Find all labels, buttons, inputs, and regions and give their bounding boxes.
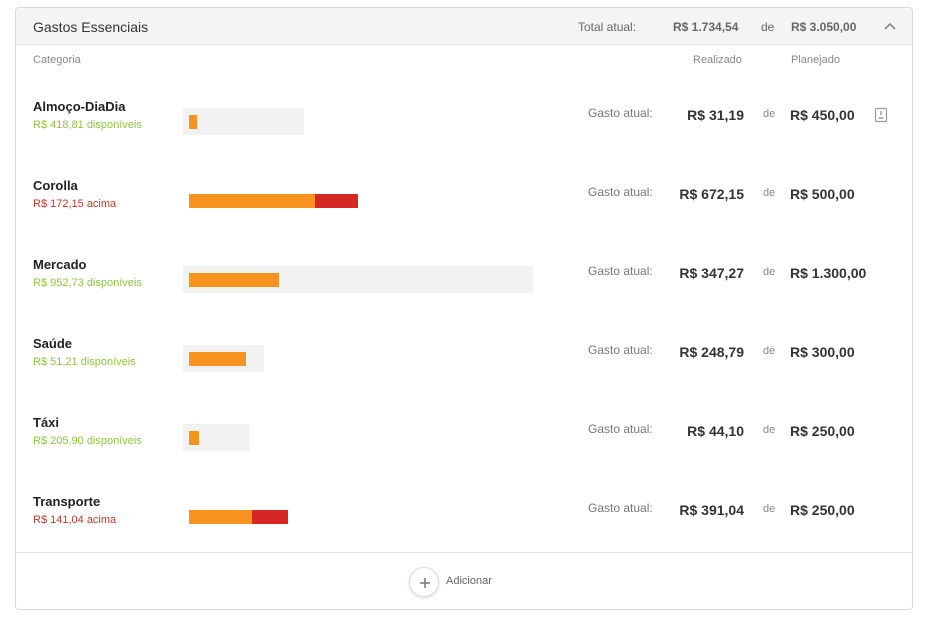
realized-value: R$ 248,79 [679,344,744,360]
progress-bar [183,424,250,451]
category-status: R$ 141,04 acima [33,514,117,526]
chevron-up-icon[interactable] [880,16,900,36]
add-label[interactable]: Adicionar [446,575,492,587]
add-button[interactable] [409,567,439,597]
budget-panel: Gastos Essenciais Total atual: R$ 1.734,… [15,7,913,610]
planned-value[interactable]: R$ 250,00 [790,502,855,518]
category-name[interactable]: Corolla [33,178,78,193]
planned-value[interactable]: R$ 1.300,00 [790,265,866,281]
panel-header[interactable]: Gastos Essenciais Total atual: R$ 1.734,… [16,8,912,45]
progress-over-fill [252,510,288,524]
category-row[interactable]: Corolla R$ 172,15 acima Gasto atual: R$ 672… [16,145,912,224]
progress-fill [189,194,315,208]
progress-fill [189,115,197,129]
category-name[interactable]: Saúde [33,336,72,351]
category-row[interactable]: Transporte R$ 141,04 acima Gasto atual: R$ … [16,461,912,540]
category-status: R$ 172,15 acima [33,198,117,210]
progress-bar [183,108,304,135]
progress-fill [189,273,279,287]
plus-icon [420,578,430,588]
planned-value[interactable]: R$ 450,00 [790,107,855,123]
de-label: de [763,345,776,357]
category-status: R$ 952,73 disponíveis [33,277,142,289]
realized-value: R$ 31,19 [687,107,744,123]
progress-fill [189,431,199,445]
spent-label: Gasto atual: [588,343,653,357]
category-status: R$ 51,21 disponíveis [33,356,136,368]
de-label: de [763,266,776,278]
category-name[interactable]: Almoço-DiaDia [33,99,125,114]
spent-label: Gasto atual: [588,106,653,120]
progress-bar [183,503,294,530]
de-label: de [763,108,776,120]
spent-label: Gasto atual: [588,185,653,199]
note-icon[interactable] [874,107,888,123]
realized-value: R$ 44,10 [687,423,744,439]
column-header-realized: Realizado [693,54,742,66]
progress-fill [189,352,246,366]
de-label: de [763,187,776,199]
category-row[interactable]: Táxi R$ 205,90 disponíveis Gasto atual: R$ … [16,382,912,461]
de-label: de [763,424,776,436]
total-de-label: de [761,20,775,34]
category-row[interactable]: Mercado R$ 952,73 disponíveis Gasto atual:… [16,224,912,303]
de-label: de [763,503,776,515]
total-planned-value: R$ 3.050,00 [791,20,857,34]
total-value: R$ 1.734,54 [673,20,739,34]
category-status: R$ 205,90 disponíveis [33,435,142,447]
panel-footer: Adicionar [16,552,912,609]
category-name[interactable]: Táxi [33,415,59,430]
category-name[interactable]: Mercado [33,257,86,272]
planned-value[interactable]: R$ 250,00 [790,423,855,439]
planned-value[interactable]: R$ 500,00 [790,186,855,202]
progress-fill [189,510,252,524]
realized-value: R$ 391,04 [679,502,744,518]
total-label: Total atual: [578,20,637,34]
spent-label: Gasto atual: [588,422,653,436]
progress-bar [183,266,533,293]
realized-value: R$ 347,27 [679,265,744,281]
category-status: R$ 418,81 disponíveis [33,119,142,131]
progress-over-fill [315,194,358,208]
panel-title: Gastos Essenciais [33,19,149,35]
category-row[interactable]: Saúde R$ 51,21 disponíveis Gasto atual: R$ … [16,303,912,382]
category-name[interactable]: Transporte [33,494,100,509]
spent-label: Gasto atual: [588,264,653,278]
column-header-planned: Planejado [791,54,840,66]
category-row[interactable]: Almoço-DiaDia R$ 418,81 disponíveis Gasto … [16,66,912,145]
column-header-category: Categoria [33,54,81,66]
spent-label: Gasto atual: [588,501,653,515]
progress-bar [183,345,264,372]
progress-bar [183,187,364,214]
realized-value: R$ 672,15 [679,186,744,202]
planned-value[interactable]: R$ 300,00 [790,344,855,360]
